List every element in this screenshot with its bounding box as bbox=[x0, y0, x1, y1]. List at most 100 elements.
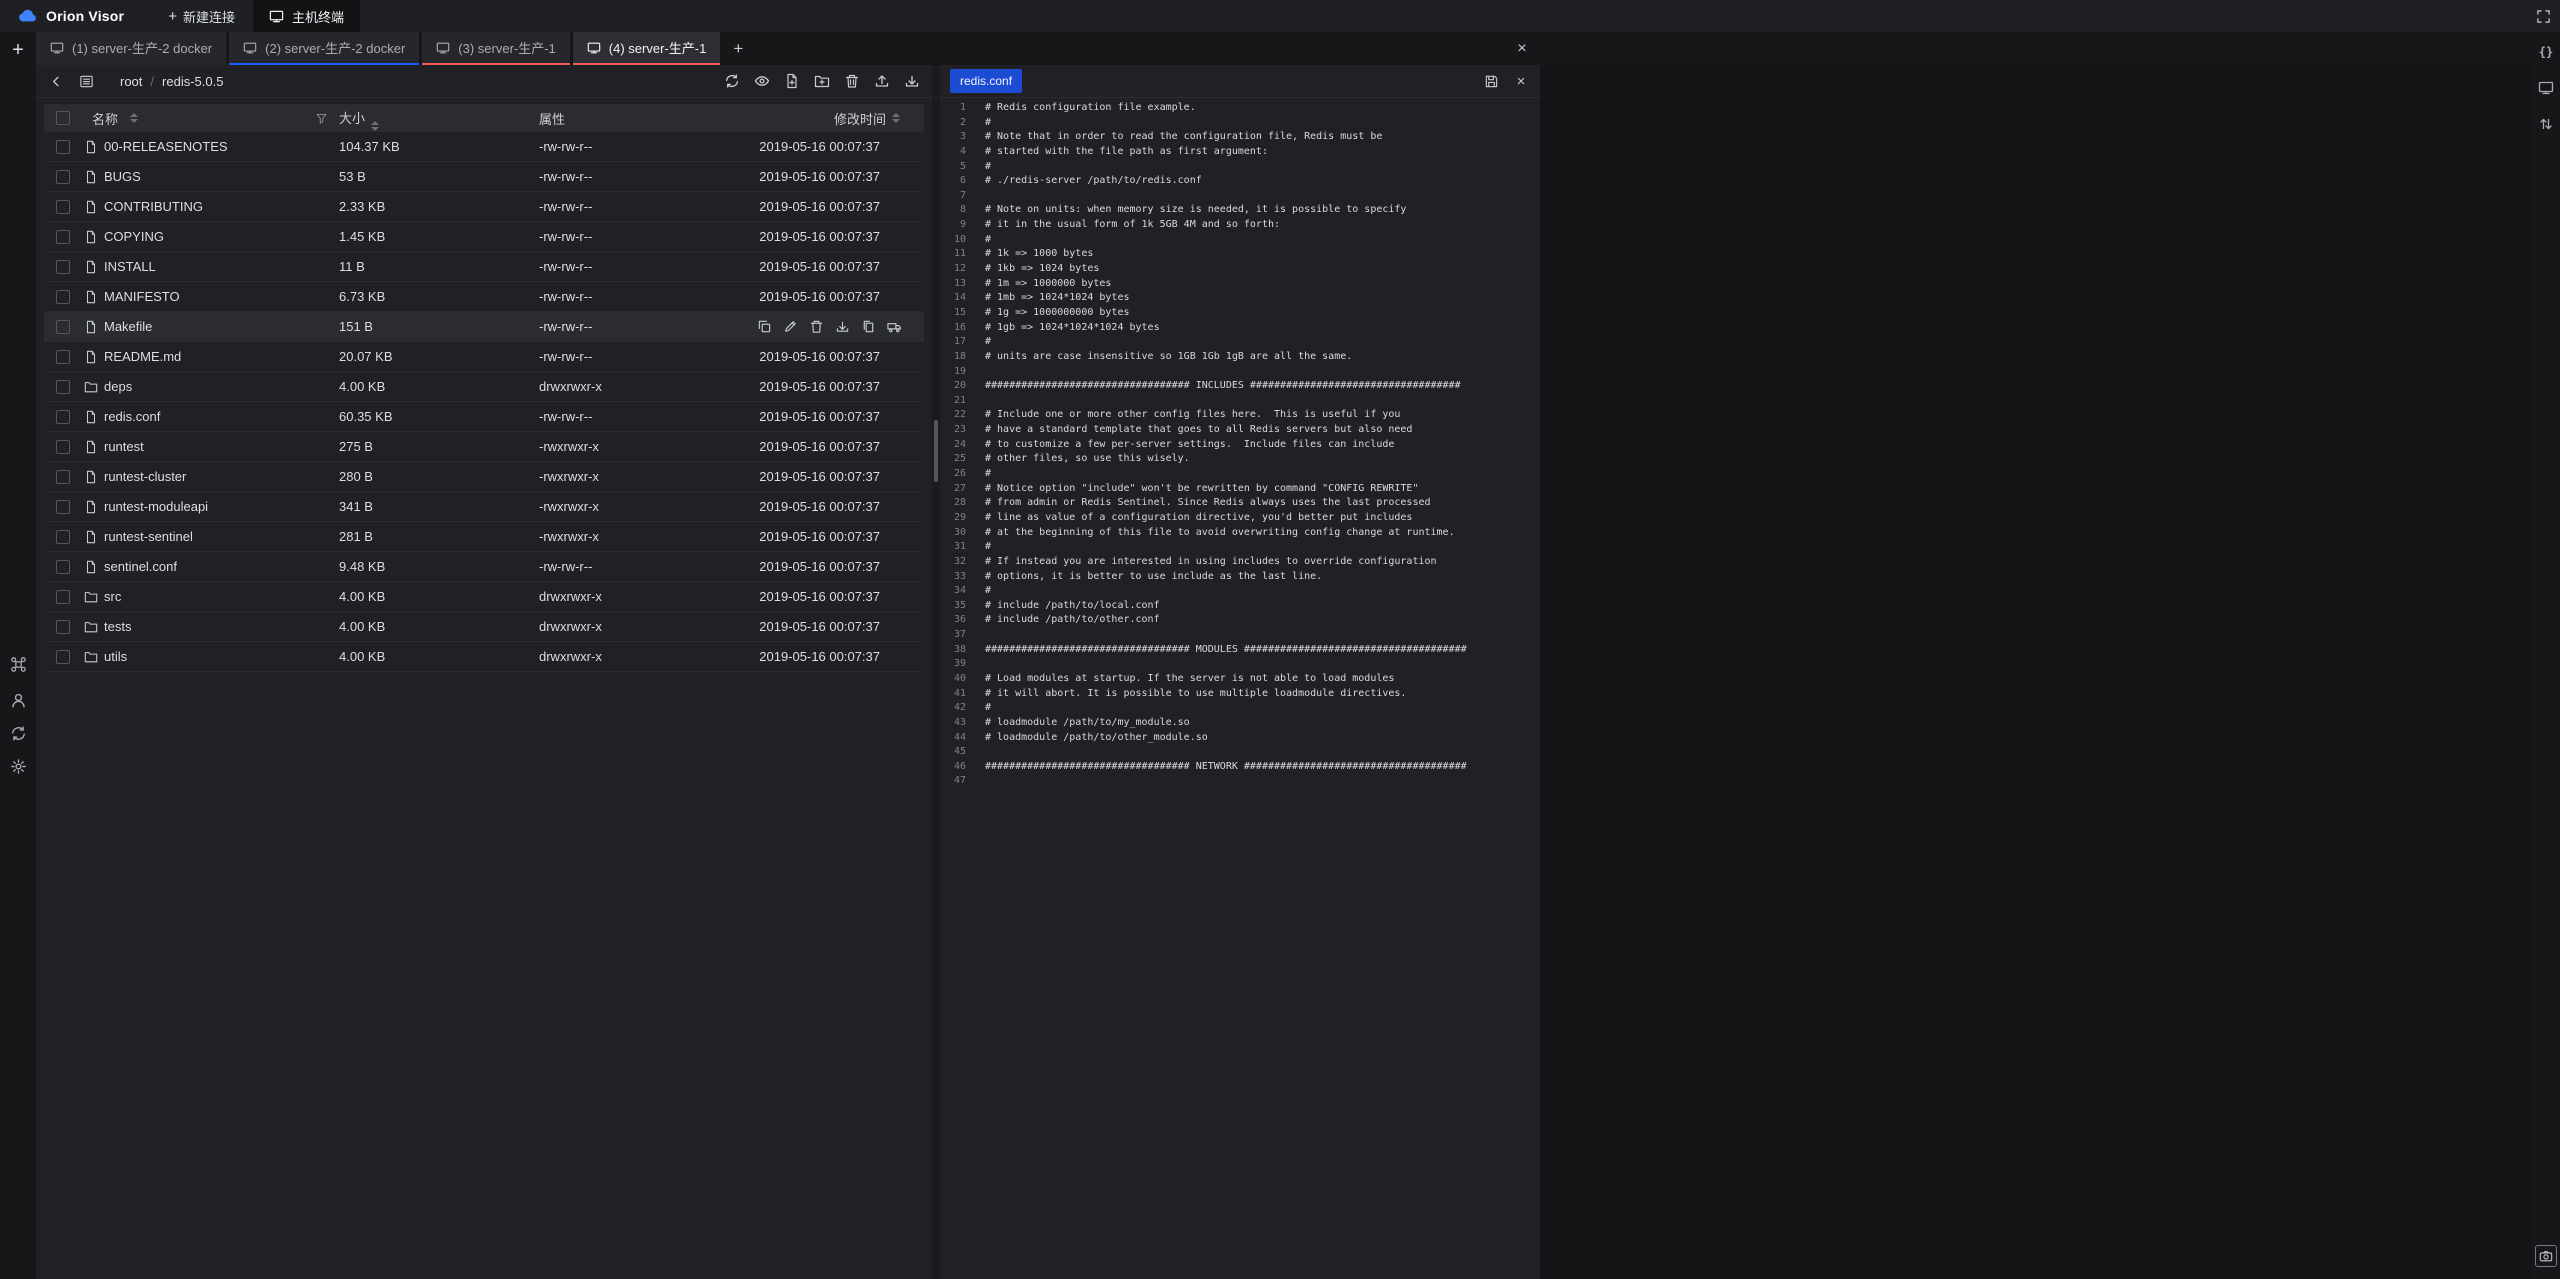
editor-file-tab[interactable]: redis.conf bbox=[950, 69, 1022, 93]
divider-handle[interactable] bbox=[934, 420, 938, 482]
preview-eye-icon[interactable] bbox=[752, 71, 772, 91]
file-table-row[interactable]: deps 4.00 KB drwxrwxr-x 2019-05-16 00:07… bbox=[44, 372, 924, 402]
file-table-row[interactable]: README.md 20.07 KB -rw-rw-r-- 2019-05-16… bbox=[44, 342, 924, 372]
save-icon[interactable] bbox=[1482, 72, 1500, 90]
close-panel-icon[interactable]: × bbox=[1508, 32, 1536, 65]
sidebar-new-tab-button[interactable]: + bbox=[6, 38, 30, 62]
sort-carets-icon[interactable] bbox=[892, 113, 900, 123]
braces-icon[interactable]: {} bbox=[2536, 42, 2556, 62]
file-name[interactable]: README.md bbox=[104, 349, 181, 364]
file-name[interactable]: runtest-moduleapi bbox=[104, 499, 208, 514]
row-checkbox[interactable] bbox=[56, 440, 70, 454]
user-icon[interactable] bbox=[6, 688, 30, 712]
file-table-row[interactable]: src 4.00 KB drwxrwxr-x 2019-05-16 00:07:… bbox=[44, 582, 924, 612]
file-name[interactable]: runtest-sentinel bbox=[104, 529, 193, 544]
directory-list-icon[interactable] bbox=[76, 71, 96, 91]
row-checkbox[interactable] bbox=[56, 500, 70, 514]
session-tab[interactable]: (2) server-生产-2 docker bbox=[229, 32, 419, 65]
file-name[interactable]: MANIFESTO bbox=[104, 289, 180, 304]
row-checkbox[interactable] bbox=[56, 260, 70, 274]
file-table-row[interactable]: COPYING 1.45 KB -rw-rw-r-- 2019-05-16 00… bbox=[44, 222, 924, 252]
row-checkbox[interactable] bbox=[56, 140, 70, 154]
file-table-row[interactable]: Makefile 151 B -rw-rw-r-- 2019-05-16 00:… bbox=[44, 312, 924, 342]
new-connection-button[interactable]: + 新建连接 bbox=[158, 0, 245, 32]
file-name[interactable]: sentinel.conf bbox=[104, 559, 177, 574]
file-name[interactable]: INSTALL bbox=[104, 259, 156, 274]
file-name[interactable]: runtest-cluster bbox=[104, 469, 186, 484]
file-name[interactable]: Makefile bbox=[104, 319, 152, 334]
file-table-row[interactable]: 00-RELEASENOTES 104.37 KB -rw-rw-r-- 201… bbox=[44, 132, 924, 162]
row-checkbox[interactable] bbox=[56, 620, 70, 634]
row-checkbox[interactable] bbox=[56, 650, 70, 664]
row-checkbox[interactable] bbox=[56, 530, 70, 544]
row-checkbox[interactable] bbox=[56, 320, 70, 334]
delete-trash-icon[interactable] bbox=[808, 319, 824, 335]
row-checkbox[interactable] bbox=[56, 170, 70, 184]
new-file-icon[interactable] bbox=[782, 71, 802, 91]
delete-trash-icon[interactable] bbox=[842, 71, 862, 91]
panel-divider[interactable] bbox=[932, 65, 940, 1279]
file-name[interactable]: runtest bbox=[104, 439, 144, 454]
file-table-row[interactable]: tests 4.00 KB drwxrwxr-x 2019-05-16 00:0… bbox=[44, 612, 924, 642]
header-name[interactable]: 名称 bbox=[80, 109, 339, 128]
session-tab[interactable]: (4) server-生产-1 bbox=[573, 32, 721, 65]
refresh-icon[interactable] bbox=[722, 71, 742, 91]
file-table-row[interactable]: utils 4.00 KB drwxrwxr-x 2019-05-16 00:0… bbox=[44, 642, 924, 672]
row-checkbox[interactable] bbox=[56, 380, 70, 394]
file-table-row[interactable]: runtest-cluster 280 B -rwxrwxr-x 2019-05… bbox=[44, 462, 924, 492]
file-table-row[interactable]: MANIFESTO 6.73 KB -rw-rw-r-- 2019-05-16 … bbox=[44, 282, 924, 312]
move-truck-icon[interactable] bbox=[886, 319, 902, 335]
row-checkbox[interactable] bbox=[56, 410, 70, 424]
header-mtime[interactable]: 修改时间 bbox=[739, 109, 924, 128]
file-table-row[interactable]: sentinel.conf 9.48 KB -rw-rw-r-- 2019-05… bbox=[44, 552, 924, 582]
row-checkbox[interactable] bbox=[56, 200, 70, 214]
file-name[interactable]: BUGS bbox=[104, 169, 141, 184]
new-folder-icon[interactable] bbox=[812, 71, 832, 91]
file-name[interactable]: CONTRIBUTING bbox=[104, 199, 203, 214]
transfer-swap-icon[interactable] bbox=[2536, 114, 2556, 134]
session-tab[interactable]: (1) server-生产-2 docker bbox=[36, 32, 226, 65]
row-checkbox[interactable] bbox=[56, 560, 70, 574]
nav-host-terminal[interactable]: 主机终端 bbox=[253, 0, 360, 32]
file-name[interactable]: tests bbox=[104, 619, 131, 634]
file-table-row[interactable]: CONTRIBUTING 2.33 KB -rw-rw-r-- 2019-05-… bbox=[44, 192, 924, 222]
copy-path-icon[interactable] bbox=[860, 319, 876, 335]
download-icon[interactable] bbox=[902, 71, 922, 91]
row-checkbox[interactable] bbox=[56, 230, 70, 244]
file-name[interactable]: src bbox=[104, 589, 121, 604]
screenshot-camera-icon[interactable] bbox=[2535, 1245, 2557, 1267]
sort-carets-icon[interactable] bbox=[371, 121, 379, 131]
file-name[interactable]: 00-RELEASENOTES bbox=[104, 139, 228, 154]
file-table-row[interactable]: BUGS 53 B -rw-rw-r-- 2019-05-16 00:07:37 bbox=[44, 162, 924, 192]
file-name[interactable]: utils bbox=[104, 649, 127, 664]
file-name[interactable]: deps bbox=[104, 379, 132, 394]
fullscreen-icon[interactable] bbox=[2526, 0, 2560, 32]
file-table-row[interactable]: runtest-sentinel 281 B -rwxrwxr-x 2019-0… bbox=[44, 522, 924, 552]
terminal-icon[interactable] bbox=[2536, 78, 2556, 98]
file-table-row[interactable]: runtest-moduleapi 341 B -rwxrwxr-x 2019-… bbox=[44, 492, 924, 522]
file-table-row[interactable]: INSTALL 11 B -rw-rw-r-- 2019-05-16 00:07… bbox=[44, 252, 924, 282]
row-checkbox[interactable] bbox=[56, 590, 70, 604]
back-icon[interactable] bbox=[46, 71, 66, 91]
session-tab[interactable]: (3) server-生产-1 bbox=[422, 32, 570, 65]
row-checkbox[interactable] bbox=[56, 350, 70, 364]
row-checkbox[interactable] bbox=[56, 290, 70, 304]
file-name[interactable]: redis.conf bbox=[104, 409, 160, 424]
download-icon[interactable] bbox=[834, 319, 850, 335]
edit-pencil-icon[interactable] bbox=[782, 319, 798, 335]
select-all-checkbox[interactable] bbox=[56, 111, 70, 125]
file-name[interactable]: COPYING bbox=[104, 229, 164, 244]
filter-funnel-icon[interactable] bbox=[313, 110, 329, 126]
close-editor-icon[interactable]: × bbox=[1512, 72, 1530, 90]
command-icon[interactable] bbox=[6, 652, 30, 676]
settings-gear-icon[interactable] bbox=[6, 754, 30, 778]
header-size[interactable]: 大小 bbox=[339, 108, 539, 129]
file-table-row[interactable]: redis.conf 60.35 KB -rw-rw-r-- 2019-05-1… bbox=[44, 402, 924, 432]
breadcrumb-segment[interactable]: root bbox=[120, 74, 142, 89]
upload-icon[interactable] bbox=[872, 71, 892, 91]
sync-icon[interactable] bbox=[6, 721, 30, 745]
editor-content[interactable]: 1# Redis configuration file example. 2# … bbox=[940, 98, 1540, 1279]
copy-icon[interactable] bbox=[756, 319, 772, 335]
file-table-row[interactable]: runtest 275 B -rwxrwxr-x 2019-05-16 00:0… bbox=[44, 432, 924, 462]
row-checkbox[interactable] bbox=[56, 470, 70, 484]
